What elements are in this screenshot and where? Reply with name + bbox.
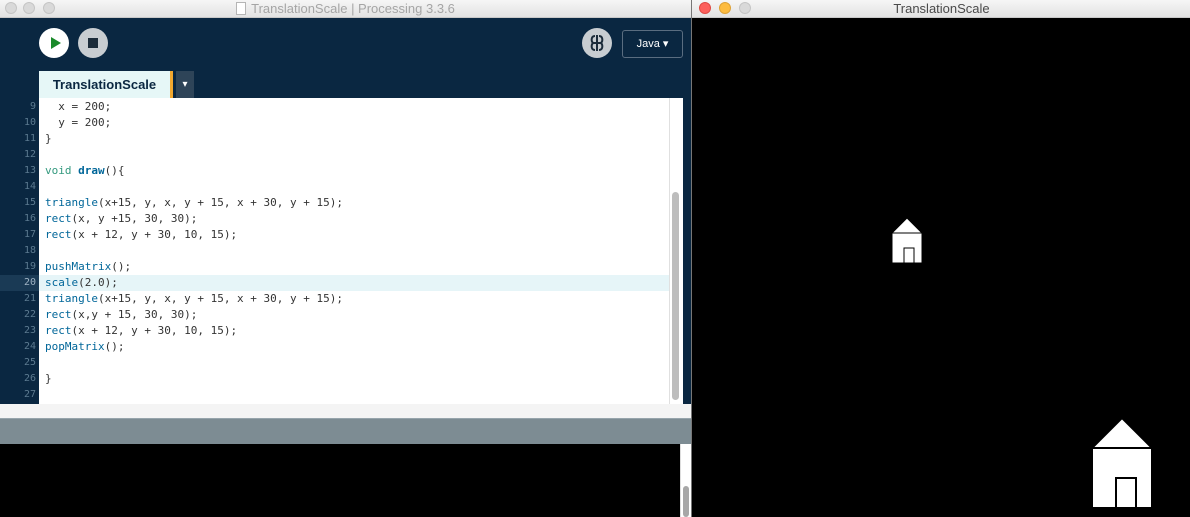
line-number: 14 [23, 181, 36, 192]
editor-scrollbar-thumb[interactable] [672, 192, 679, 400]
code-line: popMatrix(); [45, 340, 125, 353]
tab-bar: TranslationScale ▾ [0, 71, 691, 98]
code-line: triangle(x+15, y, x, y + 15, x + 30, y +… [45, 292, 344, 305]
ide-toolbar: Java ▾ [0, 18, 691, 71]
house-small-door [903, 247, 915, 264]
line-number: 18 [23, 245, 36, 256]
line-number: 16 [23, 213, 36, 224]
status-bar [0, 404, 691, 418]
code-line: y = 200; [45, 116, 112, 129]
code-line: rect(x,y + 15, 30, 30); [45, 308, 198, 321]
line-number: 12 [23, 149, 36, 160]
code-line: rect(x, y +15, 30, 30); [45, 212, 198, 225]
code-line: rect(x + 12, y + 30, 10, 15); [45, 228, 238, 241]
run-button[interactable] [39, 28, 69, 58]
sketch-titlebar: TranslationScale [692, 0, 1190, 18]
line-number: 17 [23, 229, 36, 240]
line-number: 25 [23, 357, 36, 368]
line-number: 11 [23, 133, 36, 144]
code-line: } [45, 372, 52, 385]
line-number: 22 [23, 309, 36, 320]
stop-button[interactable] [78, 28, 108, 58]
debug-icon [590, 35, 604, 51]
ide-titlebar: TranslationScale | Processing 3.3.6 [0, 0, 691, 18]
ide-window-title: TranslationScale | Processing 3.3.6 [251, 1, 455, 16]
line-number: 19 [23, 261, 36, 272]
line-number: 10 [23, 117, 36, 128]
code-line: x = 200; [45, 100, 112, 113]
console-scrollbar-thumb[interactable] [683, 486, 689, 517]
sketch-window: TranslationScale [691, 0, 1190, 517]
line-number: 15 [23, 197, 36, 208]
sketch-canvas [692, 18, 1190, 517]
house-scaled-door [1115, 477, 1137, 509]
code-text-area[interactable]: x = 200; y = 200;} void draw(){ triangle(x… [39, 98, 669, 404]
mode-selector[interactable]: Java ▾ [622, 30, 683, 58]
tab-translationscale[interactable]: TranslationScale [39, 71, 173, 98]
console-area[interactable] [0, 444, 691, 517]
sketch-window-title: TranslationScale [893, 1, 990, 16]
debug-button[interactable] [582, 28, 612, 58]
dropdown-arrow-icon: ▾ [182, 79, 188, 90]
code-line: triangle(x+15, y, x, y + 15, x + 30, y +… [45, 196, 344, 209]
processing-ide-window: TranslationScale | Processing 3.3.6 Java… [0, 0, 691, 517]
code-editor[interactable]: 9 10 11 12 13 14 15 16 17 18 19 20 21 22 23 24 25 26 27 x … [0, 98, 683, 404]
code-line: rect(x + 12, y + 30, 10, 15); [45, 324, 238, 337]
code-line: void draw(){ [45, 164, 125, 177]
console-divider[interactable] [0, 418, 691, 444]
line-number: 27 [23, 389, 36, 400]
line-number: 26 [23, 373, 36, 384]
code-line: scale(2.0); [39, 275, 669, 291]
line-number-gutter: 9 10 11 12 13 14 15 16 17 18 19 20 21 22 23 24 25 26 27 [0, 98, 39, 404]
line-number: 9 [29, 101, 36, 112]
tab-menu-button[interactable]: ▾ [176, 71, 194, 98]
line-number: 24 [23, 341, 36, 352]
line-number: 13 [23, 165, 36, 176]
document-icon [236, 2, 247, 15]
code-line: pushMatrix(); [45, 260, 132, 273]
line-number: 20 [0, 275, 39, 291]
ide-window-title-container: TranslationScale | Processing 3.3.6 [0, 1, 691, 16]
line-number: 23 [23, 325, 36, 336]
code-line: } [45, 132, 52, 145]
line-number: 21 [23, 293, 36, 304]
